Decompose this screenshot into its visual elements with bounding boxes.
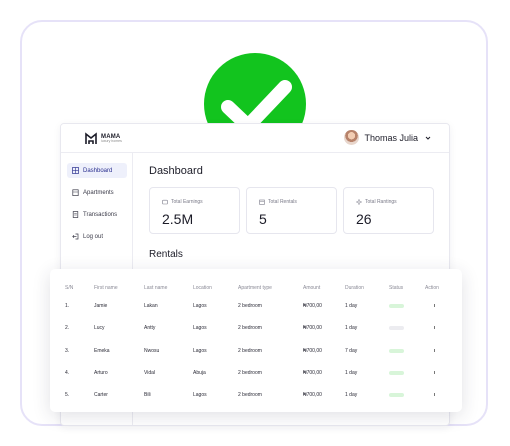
sidebar-item-logout[interactable]: Log out	[67, 229, 127, 244]
row-first-name: Emeka	[94, 348, 110, 354]
status-badge	[389, 326, 404, 330]
receipt-icon	[72, 211, 79, 218]
row-duration: 1 day	[345, 325, 358, 331]
row-first-name: Carter	[94, 392, 108, 398]
row-duration: 1 day	[345, 370, 358, 376]
stat-label: Total Rantings	[365, 199, 397, 205]
row-apartment-type: 2 bedroom	[238, 303, 262, 309]
stat-label: Total Earnings	[171, 199, 203, 205]
row-last-name: Vidal	[144, 370, 156, 376]
status-badge	[389, 304, 404, 308]
sidebar-item-dashboard[interactable]: Dashboard	[67, 163, 127, 178]
row-apartment-type: 2 bedroom	[238, 348, 262, 354]
row-last-name: Lakan	[144, 303, 158, 309]
row-amount: ₦700,00	[303, 325, 322, 331]
row-first-name: Lucy	[94, 325, 105, 331]
row-apartment-type: 2 bedroom	[238, 370, 262, 376]
row-amount: ₦700,00	[303, 348, 322, 354]
row-last-name: Antty	[144, 325, 156, 331]
stat-card-earnings: Total Earnings 2.5M	[149, 187, 240, 234]
table-header-duration: Duration	[345, 285, 364, 291]
row-amount: ₦700,00	[303, 392, 322, 398]
top-bar: MAMA luxury homes Thomas Julia	[61, 124, 449, 153]
logo: MAMA luxury homes	[85, 132, 122, 145]
sidebar-item-label: Log out	[83, 233, 104, 240]
row-last-name: Nwosu	[144, 348, 160, 354]
table-header-sn: S/N	[65, 285, 74, 291]
sidebar-item-label: Transactions	[83, 211, 118, 218]
stat-card-rentals: Total Rentals 5	[246, 187, 337, 234]
chevron-down-icon[interactable]	[425, 135, 431, 141]
status-badge	[389, 393, 404, 397]
status-badge	[389, 371, 404, 375]
stat-value: 26	[356, 211, 372, 227]
rentals-table: S/N First name Last name Location Apartm…	[50, 269, 462, 412]
row-location: Lagos	[193, 348, 207, 354]
row-action-button[interactable]	[434, 304, 435, 307]
row-sn: 5.	[65, 392, 70, 398]
table-header-last-name: Last name	[144, 285, 168, 291]
row-location: Lagos	[193, 303, 207, 309]
row-sn: 1.	[65, 303, 70, 309]
row-amount: ₦700,00	[303, 370, 322, 376]
table-header-location: Location	[193, 285, 212, 291]
rentals-title: Rentals	[149, 249, 183, 260]
stat-value: 5	[259, 211, 267, 227]
stat-label: Total Rentals	[268, 199, 297, 205]
grid-icon	[72, 167, 79, 174]
row-duration: 1 day	[345, 303, 358, 309]
sidebar-item-apartments[interactable]: Apartments	[67, 185, 127, 200]
row-location: Lagos	[193, 392, 207, 398]
sidebar-item-transactions[interactable]: Transactions	[67, 207, 127, 222]
table-header-action: Action	[425, 285, 439, 291]
row-action-button[interactable]	[434, 393, 435, 396]
table-header-apartment-type: Apartment type	[238, 285, 272, 291]
table-header-amount: Amount	[303, 285, 321, 291]
sparkle-icon	[356, 199, 362, 205]
row-action-button[interactable]	[434, 326, 435, 329]
table-header-first-name: First name	[94, 285, 118, 291]
row-apartment-type: 2 bedroom	[238, 392, 262, 398]
row-apartment-type: 2 bedroom	[238, 325, 262, 331]
logo-tagline: luxury homes	[101, 138, 122, 143]
wallet-icon	[162, 199, 168, 205]
row-location: Lagos	[193, 325, 207, 331]
row-first-name: Jamie	[94, 303, 108, 309]
sidebar-item-label: Apartments	[83, 189, 114, 196]
stat-card-ratings: Total Rantings 26	[343, 187, 434, 234]
building-icon	[72, 189, 79, 196]
user-menu[interactable]: Thomas Julia	[344, 130, 431, 145]
logout-icon	[72, 233, 79, 240]
table-header-status: Status	[389, 285, 404, 291]
sidebar-item-label: Dashboard	[83, 167, 113, 174]
row-sn: 4.	[65, 370, 70, 376]
row-last-name: Bili	[144, 392, 151, 398]
calendar-icon	[259, 199, 265, 205]
row-action-button[interactable]	[434, 371, 435, 374]
logo-icon	[85, 132, 97, 144]
avatar	[344, 130, 360, 145]
row-location: Abuja	[193, 370, 206, 376]
row-duration: 1 day	[345, 392, 358, 398]
row-duration: 7 day	[345, 348, 358, 354]
row-sn: 2.	[65, 325, 70, 331]
stat-value: 2.5M	[162, 211, 194, 227]
page-title: Dashboard	[149, 165, 203, 177]
user-name: Thomas Julia	[364, 132, 418, 143]
status-badge	[389, 349, 404, 353]
row-amount: ₦700,00	[303, 303, 322, 309]
row-action-button[interactable]	[434, 349, 435, 352]
row-sn: 3.	[65, 348, 70, 354]
row-first-name: Arturo	[94, 370, 108, 376]
